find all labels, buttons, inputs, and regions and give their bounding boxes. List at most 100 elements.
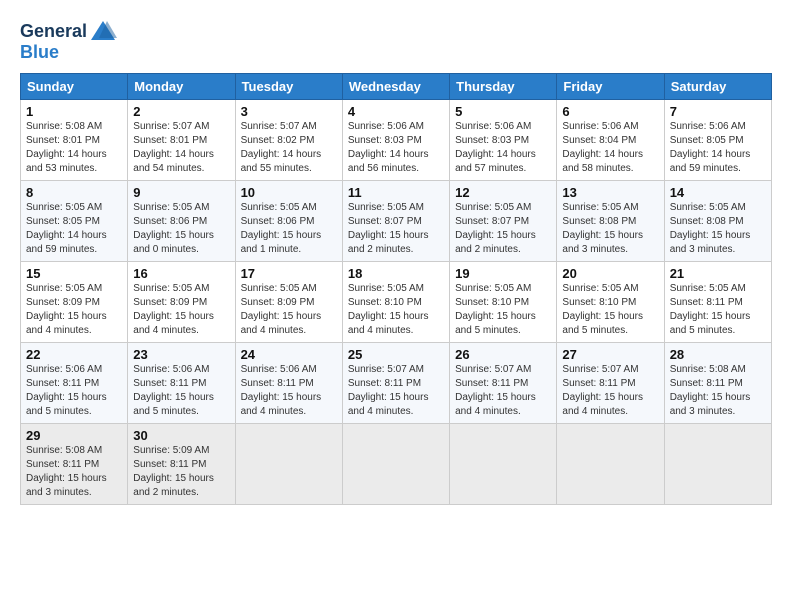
day-info: Sunrise: 5:09 AM Sunset: 8:11 PM Dayligh… bbox=[133, 444, 229, 500]
day-number: 24 bbox=[241, 347, 337, 362]
day-info: Sunrise: 5:07 AM Sunset: 8:02 PM Dayligh… bbox=[241, 120, 337, 176]
day-info: Sunrise: 5:05 AM Sunset: 8:10 PM Dayligh… bbox=[348, 282, 444, 338]
day-number: 7 bbox=[670, 104, 766, 119]
calendar-cell: 15Sunrise: 5:05 AM Sunset: 8:09 PM Dayli… bbox=[21, 262, 128, 343]
day-info: Sunrise: 5:07 AM Sunset: 8:11 PM Dayligh… bbox=[348, 363, 444, 419]
calendar-cell: 29Sunrise: 5:08 AM Sunset: 8:11 PM Dayli… bbox=[21, 424, 128, 505]
day-number: 6 bbox=[562, 104, 658, 119]
day-info: Sunrise: 5:05 AM Sunset: 8:08 PM Dayligh… bbox=[562, 201, 658, 257]
day-number: 19 bbox=[455, 266, 551, 281]
day-number: 29 bbox=[26, 428, 122, 443]
day-info: Sunrise: 5:07 AM Sunset: 8:01 PM Dayligh… bbox=[133, 120, 229, 176]
day-number: 20 bbox=[562, 266, 658, 281]
day-number: 16 bbox=[133, 266, 229, 281]
calendar-cell: 16Sunrise: 5:05 AM Sunset: 8:09 PM Dayli… bbox=[128, 262, 235, 343]
day-info: Sunrise: 5:08 AM Sunset: 8:11 PM Dayligh… bbox=[26, 444, 122, 500]
day-number: 5 bbox=[455, 104, 551, 119]
day-number: 25 bbox=[348, 347, 444, 362]
calendar-cell: 11Sunrise: 5:05 AM Sunset: 8:07 PM Dayli… bbox=[342, 181, 449, 262]
calendar-cell: 9Sunrise: 5:05 AM Sunset: 8:06 PM Daylig… bbox=[128, 181, 235, 262]
day-info: Sunrise: 5:07 AM Sunset: 8:11 PM Dayligh… bbox=[562, 363, 658, 419]
day-info: Sunrise: 5:05 AM Sunset: 8:08 PM Dayligh… bbox=[670, 201, 766, 257]
day-info: Sunrise: 5:05 AM Sunset: 8:06 PM Dayligh… bbox=[241, 201, 337, 257]
day-number: 22 bbox=[26, 347, 122, 362]
day-info: Sunrise: 5:06 AM Sunset: 8:05 PM Dayligh… bbox=[670, 120, 766, 176]
day-number: 13 bbox=[562, 185, 658, 200]
day-number: 10 bbox=[241, 185, 337, 200]
calendar-cell: 7Sunrise: 5:06 AM Sunset: 8:05 PM Daylig… bbox=[664, 100, 771, 181]
day-info: Sunrise: 5:08 AM Sunset: 8:11 PM Dayligh… bbox=[670, 363, 766, 419]
calendar-week-row: 22Sunrise: 5:06 AM Sunset: 8:11 PM Dayli… bbox=[21, 343, 772, 424]
calendar-cell: 4Sunrise: 5:06 AM Sunset: 8:03 PM Daylig… bbox=[342, 100, 449, 181]
calendar-cell: 30Sunrise: 5:09 AM Sunset: 8:11 PM Dayli… bbox=[128, 424, 235, 505]
calendar-cell bbox=[557, 424, 664, 505]
day-info: Sunrise: 5:06 AM Sunset: 8:03 PM Dayligh… bbox=[348, 120, 444, 176]
calendar-cell: 1Sunrise: 5:08 AM Sunset: 8:01 PM Daylig… bbox=[21, 100, 128, 181]
page: General Blue SundayMondayTuesdayWednesda… bbox=[0, 0, 792, 523]
calendar-cell bbox=[235, 424, 342, 505]
calendar-cell: 12Sunrise: 5:05 AM Sunset: 8:07 PM Dayli… bbox=[450, 181, 557, 262]
day-number: 11 bbox=[348, 185, 444, 200]
calendar-cell: 21Sunrise: 5:05 AM Sunset: 8:11 PM Dayli… bbox=[664, 262, 771, 343]
day-info: Sunrise: 5:05 AM Sunset: 8:10 PM Dayligh… bbox=[562, 282, 658, 338]
day-number: 28 bbox=[670, 347, 766, 362]
weekday-header-monday: Monday bbox=[128, 74, 235, 100]
calendar-cell: 3Sunrise: 5:07 AM Sunset: 8:02 PM Daylig… bbox=[235, 100, 342, 181]
calendar-cell: 28Sunrise: 5:08 AM Sunset: 8:11 PM Dayli… bbox=[664, 343, 771, 424]
weekday-header-thursday: Thursday bbox=[450, 74, 557, 100]
day-number: 1 bbox=[26, 104, 122, 119]
calendar-week-row: 1Sunrise: 5:08 AM Sunset: 8:01 PM Daylig… bbox=[21, 100, 772, 181]
day-number: 27 bbox=[562, 347, 658, 362]
day-number: 12 bbox=[455, 185, 551, 200]
calendar-cell: 17Sunrise: 5:05 AM Sunset: 8:09 PM Dayli… bbox=[235, 262, 342, 343]
header: General Blue bbox=[20, 18, 772, 63]
day-number: 14 bbox=[670, 185, 766, 200]
day-info: Sunrise: 5:05 AM Sunset: 8:10 PM Dayligh… bbox=[455, 282, 551, 338]
calendar-cell: 18Sunrise: 5:05 AM Sunset: 8:10 PM Dayli… bbox=[342, 262, 449, 343]
day-info: Sunrise: 5:05 AM Sunset: 8:09 PM Dayligh… bbox=[241, 282, 337, 338]
calendar-cell: 25Sunrise: 5:07 AM Sunset: 8:11 PM Dayli… bbox=[342, 343, 449, 424]
day-number: 3 bbox=[241, 104, 337, 119]
day-number: 15 bbox=[26, 266, 122, 281]
day-info: Sunrise: 5:05 AM Sunset: 8:07 PM Dayligh… bbox=[455, 201, 551, 257]
day-number: 8 bbox=[26, 185, 122, 200]
calendar-header-row: SundayMondayTuesdayWednesdayThursdayFrid… bbox=[21, 74, 772, 100]
calendar-cell bbox=[450, 424, 557, 505]
day-info: Sunrise: 5:06 AM Sunset: 8:03 PM Dayligh… bbox=[455, 120, 551, 176]
day-number: 2 bbox=[133, 104, 229, 119]
calendar-cell: 8Sunrise: 5:05 AM Sunset: 8:05 PM Daylig… bbox=[21, 181, 128, 262]
logo-text: General bbox=[20, 22, 87, 42]
day-info: Sunrise: 5:08 AM Sunset: 8:01 PM Dayligh… bbox=[26, 120, 122, 176]
day-number: 23 bbox=[133, 347, 229, 362]
calendar-cell: 19Sunrise: 5:05 AM Sunset: 8:10 PM Dayli… bbox=[450, 262, 557, 343]
weekday-header-wednesday: Wednesday bbox=[342, 74, 449, 100]
calendar-cell: 14Sunrise: 5:05 AM Sunset: 8:08 PM Dayli… bbox=[664, 181, 771, 262]
day-info: Sunrise: 5:06 AM Sunset: 8:04 PM Dayligh… bbox=[562, 120, 658, 176]
day-info: Sunrise: 5:05 AM Sunset: 8:11 PM Dayligh… bbox=[670, 282, 766, 338]
calendar-cell bbox=[664, 424, 771, 505]
weekday-header-tuesday: Tuesday bbox=[235, 74, 342, 100]
calendar-cell: 24Sunrise: 5:06 AM Sunset: 8:11 PM Dayli… bbox=[235, 343, 342, 424]
calendar-cell: 5Sunrise: 5:06 AM Sunset: 8:03 PM Daylig… bbox=[450, 100, 557, 181]
logo: General Blue bbox=[20, 18, 117, 63]
calendar-cell: 22Sunrise: 5:06 AM Sunset: 8:11 PM Dayli… bbox=[21, 343, 128, 424]
day-info: Sunrise: 5:05 AM Sunset: 8:09 PM Dayligh… bbox=[26, 282, 122, 338]
day-info: Sunrise: 5:07 AM Sunset: 8:11 PM Dayligh… bbox=[455, 363, 551, 419]
calendar-cell: 26Sunrise: 5:07 AM Sunset: 8:11 PM Dayli… bbox=[450, 343, 557, 424]
calendar-cell: 6Sunrise: 5:06 AM Sunset: 8:04 PM Daylig… bbox=[557, 100, 664, 181]
day-info: Sunrise: 5:05 AM Sunset: 8:07 PM Dayligh… bbox=[348, 201, 444, 257]
calendar-cell: 13Sunrise: 5:05 AM Sunset: 8:08 PM Dayli… bbox=[557, 181, 664, 262]
weekday-header-friday: Friday bbox=[557, 74, 664, 100]
day-number: 18 bbox=[348, 266, 444, 281]
calendar-cell: 27Sunrise: 5:07 AM Sunset: 8:11 PM Dayli… bbox=[557, 343, 664, 424]
logo-icon bbox=[89, 18, 117, 46]
day-number: 21 bbox=[670, 266, 766, 281]
calendar-week-row: 29Sunrise: 5:08 AM Sunset: 8:11 PM Dayli… bbox=[21, 424, 772, 505]
calendar-cell: 20Sunrise: 5:05 AM Sunset: 8:10 PM Dayli… bbox=[557, 262, 664, 343]
calendar-cell: 23Sunrise: 5:06 AM Sunset: 8:11 PM Dayli… bbox=[128, 343, 235, 424]
calendar-cell bbox=[342, 424, 449, 505]
day-info: Sunrise: 5:06 AM Sunset: 8:11 PM Dayligh… bbox=[133, 363, 229, 419]
day-number: 9 bbox=[133, 185, 229, 200]
calendar-cell: 2Sunrise: 5:07 AM Sunset: 8:01 PM Daylig… bbox=[128, 100, 235, 181]
day-info: Sunrise: 5:06 AM Sunset: 8:11 PM Dayligh… bbox=[26, 363, 122, 419]
